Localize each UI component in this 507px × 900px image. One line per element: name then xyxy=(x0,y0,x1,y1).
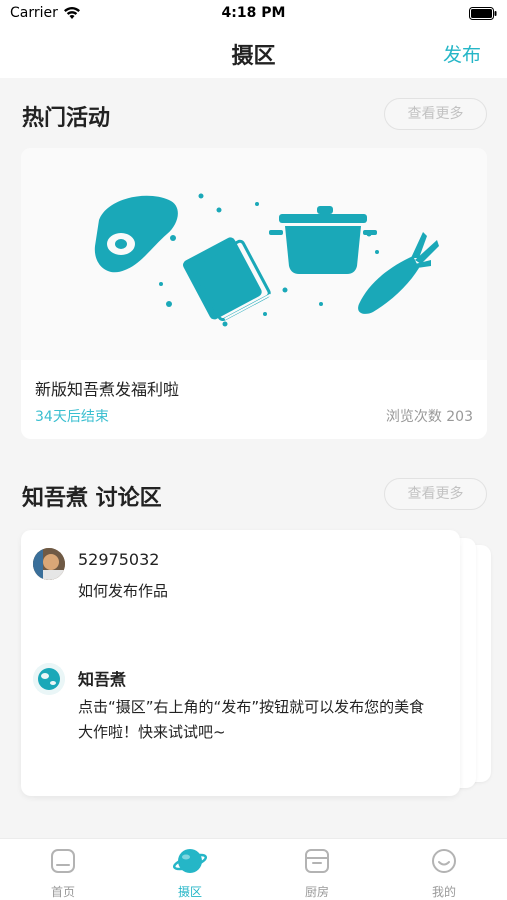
tab-label: 我的 xyxy=(431,885,456,899)
discussion-card[interactable]: 52975032 如何发布作品 知吾煮 点击“摄区”右上角的“发布”按钮就可以发… xyxy=(21,530,460,796)
publish-button[interactable]: 发布 xyxy=(443,40,481,67)
post-text: 点击“摄区”右上角的“发布”按钮就可以发布您的美食大作啦！快来试试吧~ xyxy=(78,698,425,741)
avatar xyxy=(33,663,65,695)
tab-kitchen[interactable]: 厨房 xyxy=(254,839,380,900)
activity-deadline: 34天后结束 xyxy=(35,409,109,425)
nav-bar: 摄区 发布 xyxy=(0,28,507,78)
steak-icon xyxy=(94,195,178,273)
carrot-icon xyxy=(358,232,439,314)
pot-icon xyxy=(269,206,377,274)
activities-section-title: 热门活动 xyxy=(22,106,111,131)
post-username: 52975032 xyxy=(78,550,160,569)
book-icon xyxy=(183,237,272,322)
battery-icon xyxy=(469,7,497,20)
tab-home[interactable]: 首页 xyxy=(0,839,126,900)
smile-icon xyxy=(432,849,456,873)
tab-label: 厨房 xyxy=(304,885,329,899)
activities-more-button[interactable]: 查看更多 xyxy=(384,98,487,130)
page-title: 摄区 xyxy=(231,44,276,69)
planet-icon xyxy=(173,849,207,873)
activity-view-count: 浏览次数 203 xyxy=(385,409,473,425)
discussion-more-button[interactable]: 查看更多 xyxy=(384,478,487,510)
avatar xyxy=(33,548,65,580)
tab-label: 摄区 xyxy=(177,885,202,899)
discussion-section-title: 知吾煮 讨论区 xyxy=(22,486,162,511)
tab-community[interactable]: 摄区 xyxy=(127,839,253,900)
activity-title: 新版知吾煮发福利啦 xyxy=(35,380,180,399)
kitchen-icon xyxy=(305,849,329,873)
tab-profile[interactable]: 我的 xyxy=(381,839,507,900)
post-username: 知吾煮 xyxy=(78,670,127,689)
status-time: 4:18 PM xyxy=(221,5,286,21)
status-bar: Carrier 4:18 PM xyxy=(0,0,507,28)
food-illustration xyxy=(21,148,487,360)
activity-card[interactable]: 新版知吾煮发福利啦 34天后结束 浏览次数 203 xyxy=(21,148,487,439)
post-text: 如何发布作品 xyxy=(78,582,169,600)
tab-bar: 首页 摄区 厨房 我的 xyxy=(0,838,507,900)
home-icon xyxy=(51,849,75,873)
tab-label: 首页 xyxy=(50,885,75,899)
